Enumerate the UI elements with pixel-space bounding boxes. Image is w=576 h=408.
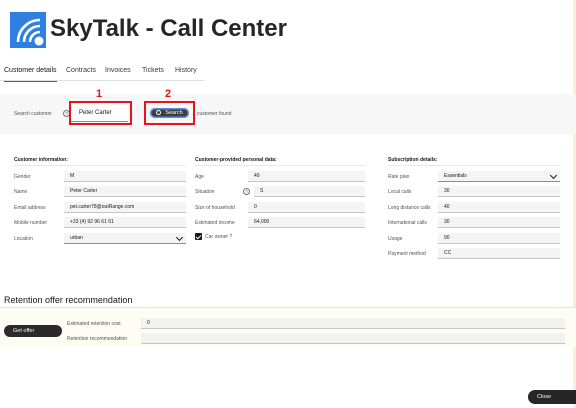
location-select[interactable]: urban [64, 233, 186, 244]
search-label: Search customer [14, 111, 52, 117]
local-calls-label: Local calls [388, 189, 412, 195]
situation-field[interactable]: S [254, 186, 365, 197]
subscription-title: Subscription details: [388, 157, 438, 163]
chevron-down-icon [175, 233, 184, 242]
location-label: Location [14, 236, 33, 242]
tab-history[interactable]: History [175, 66, 197, 80]
usage-label: Usage [388, 236, 403, 242]
tab-tickets[interactable]: Tickets [142, 66, 164, 80]
long-distance-field[interactable]: 40 [438, 202, 560, 213]
email-label: Email address [14, 205, 46, 211]
mobile-field[interactable]: +33 (4) 92 96 61 61 [64, 217, 186, 228]
international-field[interactable]: 30 [438, 217, 560, 228]
app-title: SkyTalk - Call Center [50, 15, 287, 42]
annotation-box-2 [144, 101, 195, 125]
retention-cost-field[interactable]: 0 [141, 318, 565, 329]
chevron-down-icon [549, 171, 558, 180]
skytalk-logo-icon [10, 12, 46, 48]
gender-field[interactable]: M [64, 171, 186, 182]
rate-plan-label: Rate plan [388, 174, 410, 180]
international-label: International calls [388, 220, 427, 226]
gender-label: Gender [14, 174, 31, 180]
section-divider [195, 165, 365, 166]
car-owner-label: Car owner ? [205, 234, 233, 240]
car-owner-checkbox[interactable] [195, 233, 202, 240]
name-field[interactable]: Peter Carter [64, 186, 186, 197]
retention-recommendation-label: Retention recommendation [67, 336, 128, 342]
situation-label: Situation [195, 189, 215, 195]
rate-plan-select[interactable]: Essentials [438, 171, 560, 182]
annotation-number-2: 2 [165, 88, 172, 100]
close-button[interactable]: Close [528, 390, 576, 404]
retention-recommendation-field[interactable] [141, 333, 565, 344]
customer-info-title: Customer information: [14, 157, 68, 163]
income-label: Estimated income [195, 220, 235, 226]
age-field[interactable]: 49 [248, 171, 365, 182]
personal-data-title: Customer-provided personal data: [195, 157, 277, 163]
household-field[interactable]: 0 [248, 202, 365, 213]
help-icon[interactable]: ? [243, 188, 250, 195]
section-divider [14, 165, 186, 166]
tab-contracts[interactable]: Contracts [66, 66, 96, 80]
rate-plan-value: Essentials [444, 173, 467, 179]
section-divider [388, 165, 560, 166]
tab-divider [0, 80, 205, 81]
usage-field[interactable]: 90 [438, 233, 560, 244]
search-status: customer found [197, 111, 232, 117]
annotation-number-1: 1 [96, 88, 103, 100]
local-calls-field[interactable]: 30 [438, 186, 560, 197]
retention-title: Retention offer recommendation [4, 295, 133, 305]
name-label: Name [14, 189, 28, 195]
income-field[interactable]: 64,000 [248, 217, 365, 228]
household-label: Size of household [195, 205, 235, 211]
age-label: Age [195, 174, 204, 180]
payment-label: Payment method [388, 251, 426, 257]
tab-invoices[interactable]: Invoices [105, 66, 131, 80]
location-value: urban [70, 235, 83, 241]
retention-cost-label: Estimated retention cost [67, 321, 121, 327]
long-distance-label: Long distance calls [388, 205, 431, 211]
payment-field[interactable]: CC [438, 248, 560, 259]
mobile-label: Mobile number [14, 220, 48, 226]
annotation-box-1 [69, 101, 132, 125]
get-offer-button[interactable]: Get offer [4, 325, 62, 337]
email-field[interactable]: pet.carter78@outRange.com [64, 202, 186, 213]
